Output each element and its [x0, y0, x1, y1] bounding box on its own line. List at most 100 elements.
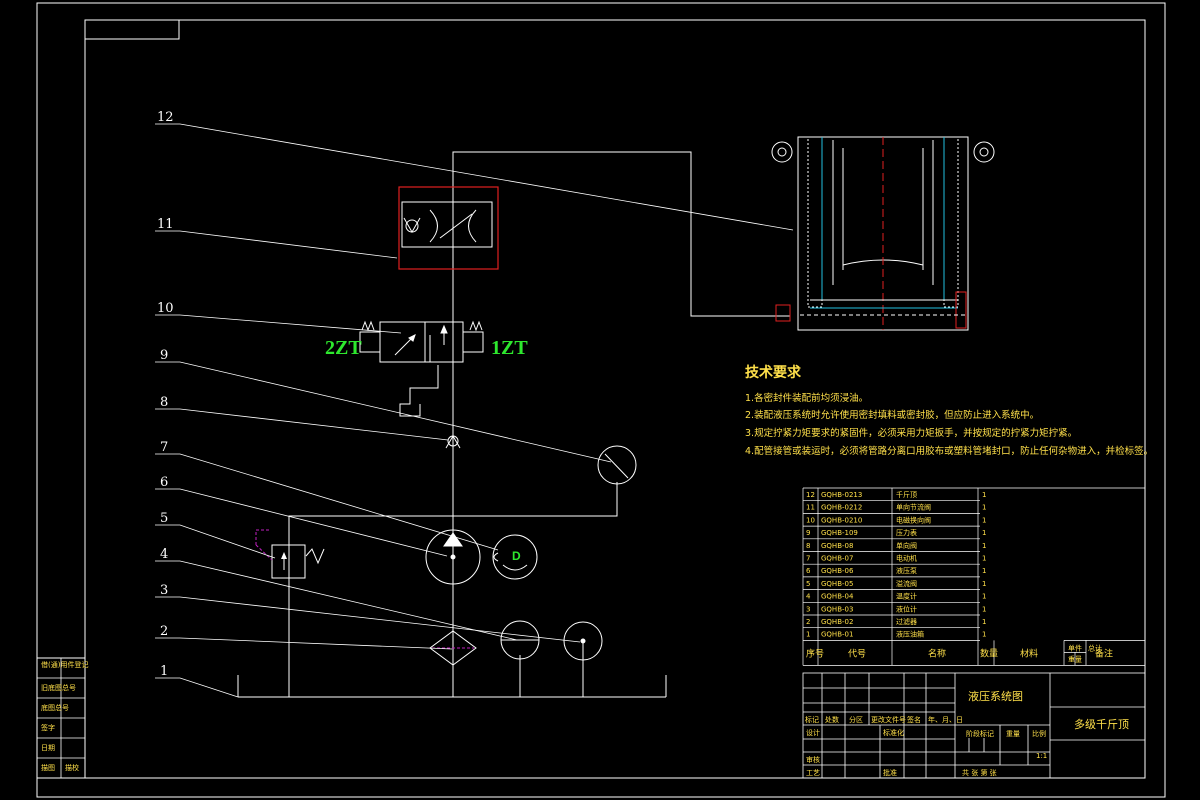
bom-cell-code: GQHB-05	[821, 580, 853, 588]
solenoid-directional-valve	[359, 320, 484, 363]
tech-req-item-1: 1.各密封件装配前均须浸油。	[745, 392, 868, 404]
bom-header-weight: 重量	[1068, 655, 1082, 663]
strip-label-date: 日期	[41, 744, 55, 752]
callout-3: 3	[160, 583, 168, 598]
bom-header-remark: 备注	[1095, 647, 1113, 659]
role-review: 审核	[806, 755, 820, 764]
bom-cell-code: GQHB-0212	[821, 504, 862, 512]
role-standard: 标准化	[883, 728, 904, 737]
tech-req-item-4: 4.配管接管或装运时，必须将管路分离口用胶布或塑料管堵封口，防止任何杂物进入，并…	[745, 445, 1153, 457]
bom-cell-name: 温度计	[896, 592, 917, 601]
bom-cell-qty: 1	[982, 618, 986, 626]
strip-label-trace-check: 描校	[65, 763, 79, 772]
bom-cell-no: 6	[806, 567, 811, 575]
pressure-lines	[237, 151, 790, 698]
bom-cell-no: 12	[806, 491, 815, 499]
hydraulic-system-drawing: 借(通)用件登记 旧底图总号 底图总号 签字 日期 描图 描校 2ZT 1ZT …	[36, 2, 1166, 798]
strip-label-sign: 签字	[41, 723, 55, 732]
bom-cell-name: 溢流阀	[896, 579, 917, 588]
product-name: 多级千斤顶	[1074, 717, 1129, 731]
thermometer	[500, 620, 540, 660]
bom-cell-qty: 1	[982, 529, 986, 537]
bom-cell-qty: 1	[982, 542, 986, 550]
bom-cell-name: 单向节流阀	[896, 503, 931, 512]
sheet-outer-border	[36, 2, 1166, 798]
bom-cell-name: 压力表	[896, 528, 917, 537]
bom-cell-qty: 1	[982, 605, 986, 613]
left-binding-strip: 借(通)用件登记 旧底图总号 底图总号 签字 日期 描图 描校	[36, 657, 88, 779]
bom-cell-code: GQHB-0213	[821, 491, 862, 499]
relief-valve	[255, 529, 325, 579]
callout-1: 1	[160, 664, 168, 679]
check-throttle-valve	[398, 186, 499, 270]
bom-header-code: 代号	[848, 648, 866, 659]
drawing-title: 液压系统图	[968, 689, 1023, 703]
pressure-gauge	[597, 445, 637, 485]
bom-header-unit: 单件	[1068, 643, 1082, 652]
bom-cell-name: 过滤器	[896, 617, 917, 626]
bom-header-qty: 数量	[980, 647, 998, 659]
callout-12: 12	[157, 110, 174, 125]
bom-header-no: 序号	[806, 647, 824, 659]
callout-4: 4	[160, 547, 168, 562]
bom-cell-code: GQHB-03	[821, 605, 853, 613]
callout-numbers: 12 11 10 9 8 7 6 5 4 3 2 1	[157, 110, 174, 679]
callout-5: 5	[160, 511, 168, 526]
callout-9: 9	[160, 348, 168, 363]
motor-label: D	[512, 549, 521, 563]
leader-lines	[155, 123, 794, 698]
bom-cell-no: 2	[806, 618, 810, 626]
strip-label-drawing-no: 底图总号	[41, 703, 69, 712]
bom-cell-code: GQHB-08	[821, 542, 853, 550]
callout-8: 8	[160, 395, 168, 410]
strip-label-register: 借(通)用件登记	[41, 660, 88, 669]
rev-header-zone: 分区	[849, 715, 863, 724]
bom-cell-no: 10	[806, 516, 815, 524]
weight-label: 重量	[1006, 730, 1020, 738]
strip-label-old-drawing: 旧底图总号	[41, 683, 76, 692]
rev-header-mark: 标记	[805, 715, 819, 724]
role-design: 设计	[806, 728, 820, 737]
bom-cell-code: GQHB-0210	[821, 516, 862, 524]
bom-cell-code: GQHB-07	[821, 555, 853, 563]
bom-cell-code: GQHB-109	[821, 529, 858, 537]
bom-header-name: 名称	[928, 647, 946, 659]
callout-6: 6	[160, 475, 168, 490]
bom-cell-name: 液压油箱	[896, 630, 924, 639]
bom-cell-no: 7	[806, 555, 810, 563]
tech-req-item-3: 3.规定拧紧力矩要求的紧固件，必须采用力矩扳手，并按规定的拧紧力矩拧紧。	[745, 427, 1077, 439]
title-block-text: 液压系统图 多级千斤顶 标记 处数 分区 更改文件号 签名 年、月、日 设计 标…	[805, 689, 1129, 777]
bom-cell-code: GQHB-04	[821, 593, 854, 601]
bom-cell-name: 千斤顶	[896, 490, 917, 499]
bom-cell-no: 4	[806, 593, 811, 601]
callout-7: 7	[160, 440, 168, 455]
bom-cell-qty: 1	[982, 504, 986, 512]
bom-cell-code: GQHB-01	[821, 631, 853, 639]
bom-cell-no: 3	[806, 605, 810, 613]
role-approve: 批准	[883, 768, 897, 777]
bom-cell-qty: 1	[982, 631, 986, 639]
technical-requirements: 技术要求 1.各密封件装配前均须浸油。 2.装配液压系统时允许使用密封填料或密封…	[745, 364, 1153, 457]
bom-table: 12 GQHB-0213 千斤顶 111 GQHB-0212 单向节流阀 110 GQHB-0…	[802, 487, 1146, 666]
bom-cell-qty: 1	[982, 516, 986, 524]
stage-label: 阶段标记	[966, 729, 994, 738]
bom-cell-name: 电磁换向阀	[896, 515, 931, 524]
solenoid-1zt-label: 1ZT	[491, 337, 528, 359]
callout-10: 10	[157, 301, 174, 316]
bom-cell-code: GQHB-02	[821, 618, 853, 626]
bom-header-material: 材料	[1020, 647, 1038, 659]
sheet-inner-border	[84, 19, 1146, 779]
scale-label: 比例	[1032, 729, 1046, 738]
strip-label-trace: 描图	[41, 763, 55, 772]
sheet-count: 共 张 第 张	[962, 768, 997, 777]
bom-cell-name: 液压泵	[896, 566, 917, 575]
bom-cell-no: 8	[806, 542, 810, 550]
bom-cell-no: 1	[806, 631, 810, 639]
bom-cell-no: 11	[806, 504, 815, 512]
multi-stage-jack	[771, 136, 995, 331]
rev-header-date: 年、月、日	[928, 715, 963, 724]
bom-cell-qty: 1	[982, 567, 986, 575]
bom-cell-name: 单向阀	[896, 541, 917, 550]
bom-cell-code: GQHB-06	[821, 567, 854, 575]
bom-cell-qty: 1	[982, 580, 986, 588]
